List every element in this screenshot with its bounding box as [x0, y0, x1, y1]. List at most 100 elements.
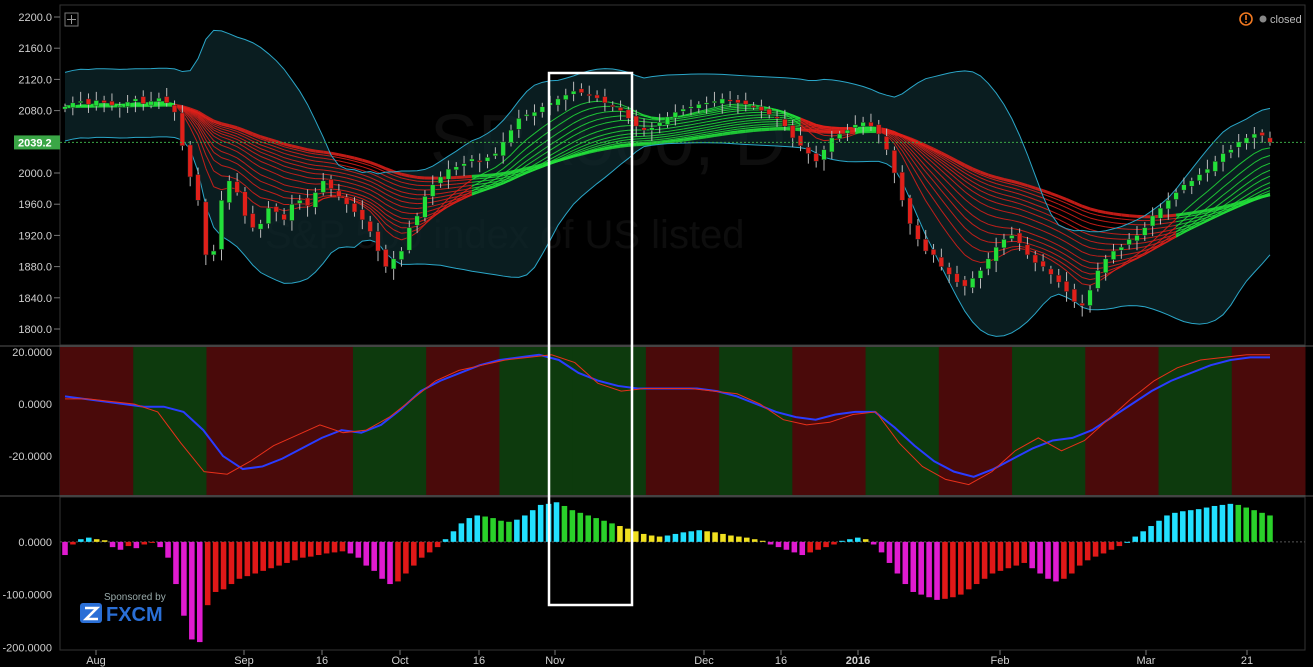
histogram-bar	[894, 541, 901, 574]
candle	[367, 221, 373, 232]
candle	[977, 270, 984, 279]
candle	[923, 239, 929, 252]
ribbon-ma	[588, 148, 598, 154]
histogram-bar	[426, 541, 433, 553]
candle	[899, 171, 905, 201]
ribbon-ma	[495, 172, 504, 177]
x-tick-label: Oct	[391, 655, 408, 667]
histogram-bar	[791, 541, 798, 553]
ribbon-ma	[1003, 177, 1013, 183]
histogram-bar	[331, 541, 338, 553]
ribbon-ma	[643, 139, 652, 142]
ribbon-ma	[479, 173, 488, 178]
candle	[344, 196, 350, 205]
candle	[203, 201, 209, 256]
ribbon-ma	[886, 130, 895, 136]
histogram-bar	[696, 530, 702, 542]
histogram-bar	[1227, 503, 1234, 542]
candle	[524, 114, 530, 117]
candle	[938, 256, 944, 267]
histogram-bar	[387, 541, 393, 585]
histogram-bar	[347, 541, 354, 554]
candle	[1040, 260, 1046, 267]
ribbon-ma	[581, 150, 590, 156]
oscillator-zone	[719, 347, 793, 495]
histogram-bar	[870, 541, 877, 545]
candle	[312, 192, 318, 208]
candle	[508, 129, 514, 143]
histogram-bar	[799, 541, 806, 556]
ribbon-ma	[596, 147, 606, 152]
candle	[359, 209, 365, 221]
histogram-bar	[1045, 541, 1051, 579]
ribbon-ma	[690, 136, 700, 141]
y-tick-label: -200.0000	[2, 642, 52, 654]
ribbon-ma	[1261, 193, 1271, 199]
y-tick-label: 1960.0	[18, 199, 52, 211]
ribbon-ma	[1183, 211, 1192, 216]
candle	[140, 96, 146, 104]
histogram-bar	[78, 539, 84, 542]
candle	[1173, 192, 1179, 200]
candle	[774, 116, 780, 119]
histogram-bar	[704, 531, 710, 542]
ribbon-ma	[729, 130, 739, 135]
histogram-bar	[196, 541, 203, 643]
histogram-bar	[1037, 541, 1043, 574]
histogram-bar	[86, 537, 92, 542]
histogram-bar	[537, 504, 544, 542]
candle	[281, 214, 287, 221]
histogram-bar	[498, 520, 504, 542]
candle	[156, 97, 162, 102]
candle	[477, 160, 483, 163]
oscillator-panel[interactable]	[60, 347, 1306, 495]
histogram-bar	[688, 531, 695, 542]
candle	[766, 108, 772, 115]
candle	[492, 153, 498, 157]
histogram-bar	[569, 510, 576, 542]
histogram-bar	[109, 541, 116, 548]
histogram-bar	[601, 520, 607, 542]
histogram-bar	[1029, 541, 1035, 569]
x-tick-label: 16	[775, 655, 787, 667]
histogram-bar	[775, 541, 782, 548]
candle	[1220, 153, 1226, 163]
candle	[586, 93, 592, 96]
ribbon-ma	[338, 153, 347, 158]
oscillator-zone	[279, 347, 354, 495]
candle	[1157, 207, 1164, 219]
histogram-bar	[1132, 536, 1139, 542]
ribbon-ma	[737, 129, 746, 134]
candle	[1001, 239, 1007, 249]
candle	[1267, 137, 1273, 143]
last-price-tag: 2039.2	[14, 135, 60, 150]
ribbon-ma	[612, 115, 621, 118]
histogram-bar	[212, 541, 219, 592]
candle	[617, 107, 624, 111]
candle	[1063, 281, 1070, 292]
histogram-bar	[1243, 507, 1249, 542]
histogram-bar	[1116, 541, 1123, 547]
candle	[954, 273, 960, 283]
candle	[1048, 268, 1054, 275]
candle	[555, 98, 561, 106]
histogram-bar	[260, 541, 266, 571]
ribbon-ma	[307, 148, 316, 153]
histogram-bar	[561, 505, 568, 542]
candle	[1095, 270, 1101, 289]
candle	[1142, 227, 1148, 236]
oscillator-zone	[1012, 347, 1086, 495]
chart-stage: SPX500, D S&P 500 index of US listed 220…	[0, 0, 1313, 667]
histogram-bar	[878, 541, 885, 553]
y-tick-label: 1840.0	[18, 293, 52, 305]
oscillator-zone	[938, 347, 1013, 495]
ribbon-ma	[643, 142, 652, 146]
candle	[1212, 161, 1218, 172]
candle	[234, 181, 240, 193]
ribbon-ma	[1097, 248, 1106, 251]
histogram-bar	[934, 541, 940, 600]
candle	[414, 215, 420, 226]
oscillator-zone	[645, 347, 720, 495]
ribbon-ma	[651, 141, 660, 146]
y-tick-label: 20.0000	[12, 347, 52, 359]
